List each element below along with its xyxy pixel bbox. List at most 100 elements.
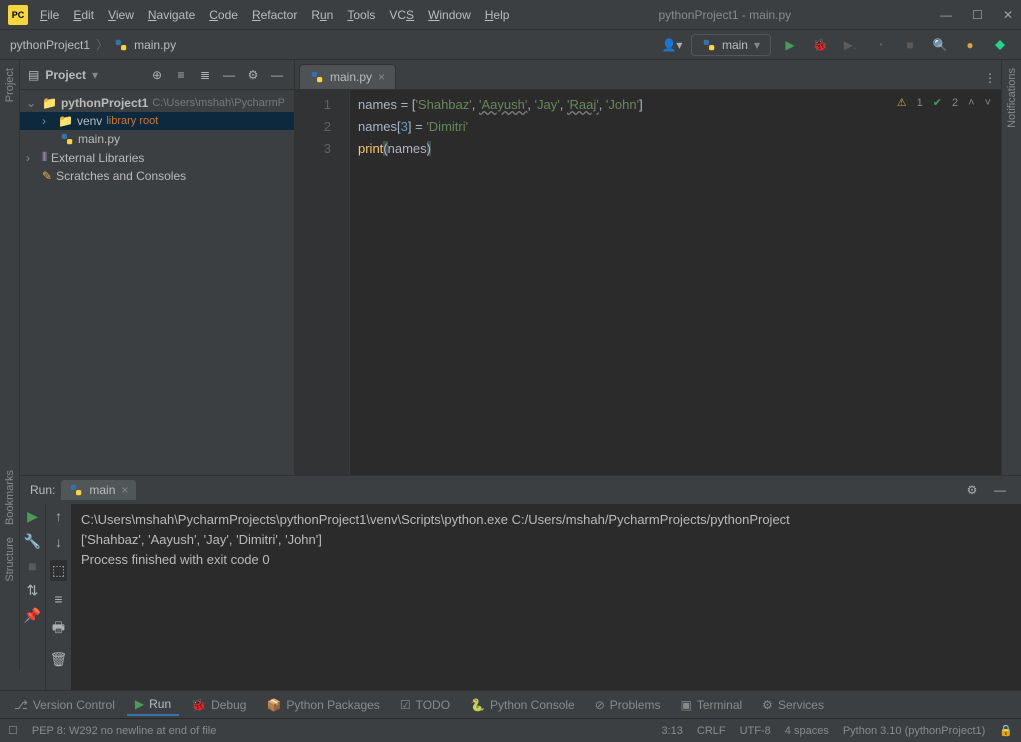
search-icon[interactable]: 🔍 xyxy=(929,34,951,56)
arrow-right-icon[interactable]: › xyxy=(26,151,38,165)
line-number[interactable]: 3 xyxy=(299,138,331,160)
hide-icon[interactable]: — xyxy=(220,68,238,82)
menu-code[interactable]: Code xyxy=(209,8,238,22)
tool-services[interactable]: ⚙Services xyxy=(754,695,832,715)
run-config-selector[interactable]: main ▾ xyxy=(691,34,771,56)
select-opened-file-icon[interactable]: ⊕ xyxy=(148,68,166,82)
run-coverage-button[interactable]: ▶. xyxy=(839,34,861,56)
expand-all-icon[interactable]: ≡ xyxy=(172,68,190,82)
status-indent[interactable]: 4 spaces xyxy=(785,725,829,737)
project-view-icon: ▤ xyxy=(28,68,39,82)
stop-icon[interactable]: ■ xyxy=(28,558,36,574)
profile-button[interactable]: ◔ xyxy=(869,34,891,56)
run-tab-main[interactable]: main × xyxy=(61,480,136,500)
print-icon[interactable]: 🖶 xyxy=(52,617,65,641)
ide-updates-icon[interactable]: ● xyxy=(959,34,981,56)
sidebar-tab-project[interactable]: Project xyxy=(4,68,16,102)
tree-scratches[interactable]: ✎ Scratches and Consoles xyxy=(20,167,294,185)
menu-help[interactable]: Help xyxy=(485,8,510,22)
gear-icon[interactable]: ⚙ xyxy=(244,68,262,82)
stop-button[interactable]: ■ xyxy=(899,34,921,56)
clear-icon[interactable]: 🗑 xyxy=(50,651,68,668)
layout-icon[interactable]: ⇅ xyxy=(27,582,39,599)
sidebar-tab-notifications[interactable]: Notifications xyxy=(1006,68,1018,128)
code-with-me-icon[interactable] xyxy=(989,34,1011,56)
status-interpreter[interactable]: Python 3.10 (pythonProject1) xyxy=(843,725,985,737)
editor-more-icon[interactable]: ⋮ xyxy=(979,67,1001,89)
terminal-icon: ▣ xyxy=(680,698,691,712)
check-icon[interactable]: ✔ xyxy=(933,96,942,109)
tree-external-libs[interactable]: › ⫴ External Libraries xyxy=(20,148,294,167)
console-line: ['Shahbaz', 'Aayush', 'Jay', 'Dimitri', … xyxy=(81,530,1011,550)
next-highlight-icon[interactable]: ˅ xyxy=(985,97,991,109)
status-window-icon[interactable]: ☐ xyxy=(8,724,18,737)
window-title: pythonProject1 - main.py xyxy=(509,8,940,22)
menu-tools[interactable]: Tools xyxy=(347,8,375,22)
line-number[interactable]: 2 xyxy=(299,116,331,138)
menu-view[interactable]: View xyxy=(108,8,134,22)
close-tab-icon[interactable]: × xyxy=(378,70,385,84)
arrow-down-icon[interactable]: ⌄ xyxy=(26,96,38,110)
gear-icon[interactable]: ⚙ xyxy=(961,479,983,501)
tree-venv[interactable]: › 📁 venv library root xyxy=(20,112,294,130)
menu-file[interactable]: File xyxy=(40,8,59,22)
tree-project-root[interactable]: ⌄ 📁 pythonProject1 C:\Users\mshah\Pychar… xyxy=(20,94,294,112)
minimize-panel-icon[interactable]: — xyxy=(268,68,286,82)
tool-run[interactable]: ▶Run xyxy=(127,694,179,716)
status-line-sep[interactable]: CRLF xyxy=(697,725,726,737)
up-icon[interactable]: ↑ xyxy=(55,508,62,524)
tree-file-main[interactable]: main.py xyxy=(20,130,294,148)
status-caret-pos[interactable]: 3:13 xyxy=(661,725,682,737)
user-icon[interactable]: 👤▾ xyxy=(661,34,683,56)
sidebar-tab-structure[interactable]: Structure xyxy=(4,537,16,582)
modify-run-icon[interactable]: 🔧 xyxy=(24,533,41,550)
debug-button[interactable]: 🐞 xyxy=(809,34,831,56)
status-lock-icon[interactable]: 🔒 xyxy=(999,724,1013,737)
rerun-icon[interactable]: ▶ xyxy=(27,508,38,525)
console-line: Process finished with exit code 0 xyxy=(81,550,1011,570)
maximize-button[interactable]: ☐ xyxy=(972,8,983,22)
menu-vcs[interactable]: VCS xyxy=(389,8,414,22)
prev-highlight-icon[interactable]: ˄ xyxy=(968,97,974,109)
editor-gutter[interactable]: 1 2 3 xyxy=(295,90,350,475)
close-button[interactable]: ✕ xyxy=(1003,8,1013,22)
hide-panel-icon[interactable]: — xyxy=(989,479,1011,501)
menu-navigate[interactable]: Navigate xyxy=(148,8,195,22)
scroll-end-icon[interactable]: ≡ xyxy=(54,591,62,607)
status-message[interactable]: PEP 8: W292 no newline at end of file xyxy=(32,725,216,737)
editor-tab-main[interactable]: main.py × xyxy=(299,64,396,89)
arrow-right-icon[interactable]: › xyxy=(42,114,54,128)
tool-terminal[interactable]: ▣Terminal xyxy=(672,695,750,715)
close-tab-icon[interactable]: × xyxy=(121,483,128,497)
tool-debug[interactable]: 🐞Debug xyxy=(183,695,254,715)
menu-edit[interactable]: Edit xyxy=(73,8,94,22)
tool-problems[interactable]: ⊘Problems xyxy=(587,695,669,715)
breadcrumb-project[interactable]: pythonProject1 xyxy=(10,38,90,52)
minimize-button[interactable]: — xyxy=(940,8,952,22)
tool-python-packages[interactable]: 📦Python Packages xyxy=(258,695,387,715)
soft-wrap-icon[interactable]: ⬚ xyxy=(50,560,67,581)
chevron-down-icon[interactable]: ▾ xyxy=(92,68,98,82)
project-tree[interactable]: ⌄ 📁 pythonProject1 C:\Users\mshah\Pychar… xyxy=(20,90,294,189)
breadcrumb-file[interactable]: main.py xyxy=(134,38,176,52)
tree-external-label: External Libraries xyxy=(51,151,144,165)
tool-todo[interactable]: ☑TODO xyxy=(392,695,458,715)
code-editor[interactable]: names = ['Shahbaz', 'Aayush', 'Jay', 'Ra… xyxy=(350,90,1001,475)
inspection-widget[interactable]: ⚠1 ✔2 ˄ ˅ xyxy=(897,96,991,109)
run-button[interactable]: ▶ xyxy=(779,34,801,56)
status-encoding[interactable]: UTF-8 xyxy=(740,725,771,737)
warning-icon[interactable]: ⚠ xyxy=(897,96,907,109)
console-output[interactable]: C:\Users\mshah\PycharmProjects\pythonPro… xyxy=(71,504,1021,690)
tool-version-control[interactable]: ⎇Version Control xyxy=(6,695,123,715)
menu-run[interactable]: Run xyxy=(311,8,333,22)
tool-python-console[interactable]: 🐍Python Console xyxy=(462,695,583,715)
collapse-all-icon[interactable]: ≣ xyxy=(196,68,214,82)
menu-window[interactable]: Window xyxy=(428,8,471,22)
editor-tab-label: main.py xyxy=(330,70,372,84)
line-number[interactable]: 1 xyxy=(299,94,331,116)
pin-icon[interactable]: 📌 xyxy=(24,607,41,624)
down-icon[interactable]: ↓ xyxy=(55,534,62,550)
project-panel-title[interactable]: Project xyxy=(45,68,86,82)
menu-refactor[interactable]: Refactor xyxy=(252,8,297,22)
sidebar-tab-bookmarks[interactable]: Bookmarks xyxy=(4,470,16,525)
